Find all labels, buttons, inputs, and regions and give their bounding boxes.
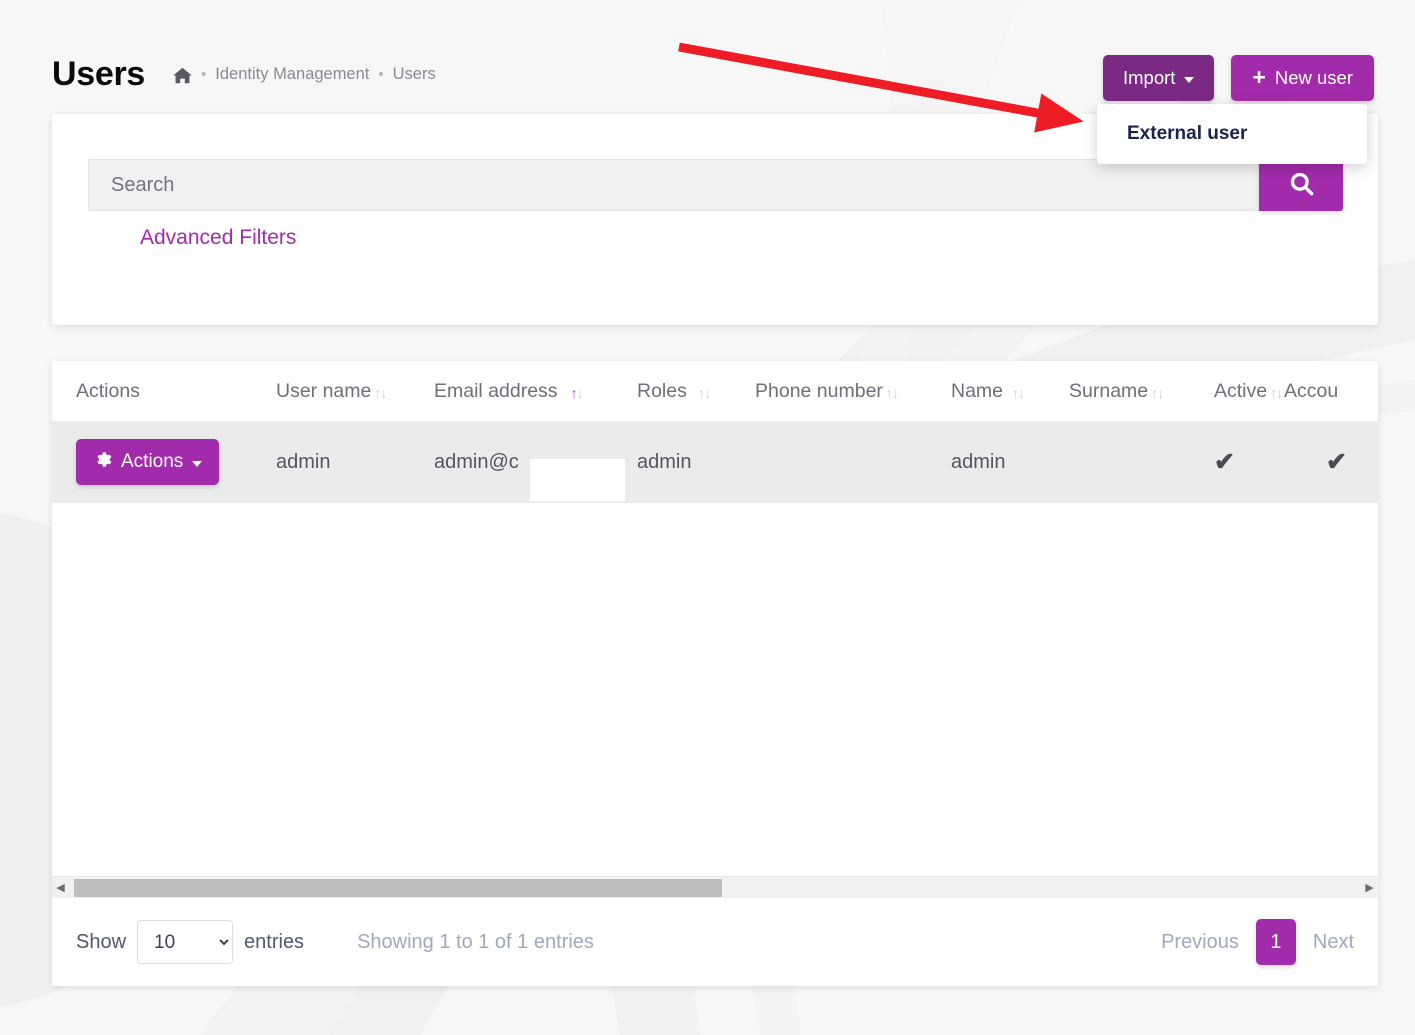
cell-roles: admin bbox=[637, 421, 755, 503]
row-actions-label: Actions bbox=[121, 451, 184, 473]
pagination-page-1[interactable]: 1 bbox=[1255, 919, 1296, 965]
cell-name: admin bbox=[951, 421, 1069, 503]
column-label: Surname bbox=[1069, 379, 1149, 402]
new-user-button[interactable]: + New user bbox=[1231, 55, 1374, 101]
table-scroll-area[interactable]: Actions User name ↑↓ Email address ↑↓ Ro… bbox=[52, 361, 1378, 889]
page-title: Users bbox=[52, 55, 146, 93]
column-header-phone-number[interactable]: Phone number ↑↓ bbox=[755, 361, 951, 422]
pagination-previous[interactable]: Previous bbox=[1161, 931, 1239, 954]
cell-phone-number bbox=[755, 421, 951, 503]
sort-icon-active: ↑↓ bbox=[570, 384, 584, 401]
cell-surname bbox=[1069, 421, 1214, 503]
column-label: Phone number bbox=[755, 379, 883, 402]
chevron-down-icon bbox=[192, 461, 203, 468]
pagination-next[interactable]: Next bbox=[1313, 931, 1354, 954]
column-header-user-name[interactable]: User name ↑↓ bbox=[276, 361, 434, 422]
sort-icon: ↑↓ bbox=[885, 384, 899, 401]
column-label: Active bbox=[1214, 379, 1268, 402]
table-header-row: Actions User name ↑↓ Email address ↑↓ Ro… bbox=[52, 361, 1378, 422]
scrollbar-thumb[interactable] bbox=[74, 878, 722, 897]
home-icon[interactable] bbox=[173, 67, 192, 84]
check-icon: ✔ bbox=[1326, 448, 1347, 477]
plus-icon: + bbox=[1252, 63, 1266, 90]
table-header: Actions User name ↑↓ Email address ↑↓ Ro… bbox=[52, 361, 1378, 422]
import-button-label: Import bbox=[1122, 67, 1176, 88]
table-horizontal-scrollbar[interactable]: ◀ ▶ bbox=[52, 876, 1378, 898]
breadcrumb-item-identity-management[interactable]: Identity Management bbox=[215, 65, 369, 84]
users-page: Users • Identity Management • Users Impo… bbox=[0, 0, 1415, 1035]
users-table: Actions User name ↑↓ Email address ↑↓ Ro… bbox=[52, 361, 1378, 503]
sort-icon: ↑↓ bbox=[1012, 384, 1025, 401]
search-input[interactable] bbox=[88, 159, 1259, 211]
column-header-email-address[interactable]: Email address ↑↓ bbox=[434, 361, 637, 422]
column-label: User name bbox=[276, 379, 372, 402]
column-header-name[interactable]: Name ↑↓ bbox=[951, 361, 1069, 422]
table-row[interactable]: Actions admin admin@c admin admin ✔ ✔ bbox=[52, 421, 1378, 503]
show-entries-control: Show 10 entries bbox=[76, 920, 304, 964]
dropdown-item-external-user[interactable]: External user bbox=[1097, 117, 1367, 151]
column-label: Actions bbox=[76, 379, 140, 402]
show-label: Show bbox=[76, 930, 127, 953]
new-user-button-label: New user bbox=[1274, 67, 1353, 88]
row-actions-button[interactable]: Actions bbox=[76, 439, 220, 486]
breadcrumb: • Identity Management • Users bbox=[173, 65, 436, 84]
sort-icon: ↑↓ bbox=[1270, 384, 1283, 401]
chevron-right-icon[interactable]: ▶ bbox=[1361, 881, 1378, 894]
column-label: Email address bbox=[434, 379, 558, 402]
search-button[interactable] bbox=[1259, 159, 1343, 211]
breadcrumb-separator-2: • bbox=[378, 65, 384, 83]
breadcrumb-item-users[interactable]: Users bbox=[393, 65, 436, 84]
showing-info: Showing 1 to 1 of 1 entries bbox=[357, 930, 594, 953]
pagination: Previous 1 Next bbox=[1161, 919, 1354, 965]
sort-icon: ↑↓ bbox=[1151, 384, 1164, 401]
advanced-filters-link[interactable]: Advanced Filters bbox=[140, 226, 296, 250]
column-header-account[interactable]: Accou bbox=[1284, 361, 1378, 422]
check-icon: ✔ bbox=[1214, 448, 1235, 477]
scrollbar-track[interactable] bbox=[69, 877, 1361, 899]
search-icon bbox=[1288, 170, 1315, 200]
gear-icon bbox=[93, 450, 112, 474]
search-row bbox=[88, 159, 1343, 211]
sort-icon: ↑↓ bbox=[374, 384, 387, 401]
table-footer: Show 10 entries Showing 1 to 1 of 1 entr… bbox=[52, 898, 1378, 986]
cell-account: ✔ bbox=[1284, 421, 1378, 503]
import-dropdown-menu: External user bbox=[1097, 104, 1367, 164]
import-button[interactable]: Import bbox=[1102, 55, 1215, 101]
chevron-left-icon[interactable]: ◀ bbox=[52, 881, 69, 894]
column-header-surname[interactable]: Surname ↑↓ bbox=[1069, 361, 1214, 422]
column-label: Name bbox=[951, 379, 1004, 402]
cell-actions: Actions bbox=[52, 421, 276, 503]
column-label: Roles bbox=[637, 379, 687, 402]
email-redaction-box bbox=[530, 459, 625, 501]
cell-active: ✔ bbox=[1214, 421, 1284, 503]
entries-label: entries bbox=[244, 930, 305, 953]
header-action-buttons: Import + New user bbox=[1102, 55, 1374, 101]
column-header-actions: Actions bbox=[52, 361, 276, 422]
cell-user-name: admin bbox=[276, 421, 434, 503]
column-header-active[interactable]: Active ↑↓ bbox=[1214, 361, 1284, 422]
page-size-select[interactable]: 10 bbox=[137, 920, 234, 964]
breadcrumb-separator-1: • bbox=[201, 65, 207, 83]
column-label: Accou bbox=[1284, 379, 1339, 402]
table-body: Actions admin admin@c admin admin ✔ ✔ bbox=[52, 421, 1378, 503]
chevron-down-icon bbox=[1184, 77, 1195, 83]
sort-icon: ↑↓ bbox=[697, 384, 711, 401]
column-header-roles[interactable]: Roles ↑↓ bbox=[637, 361, 755, 422]
